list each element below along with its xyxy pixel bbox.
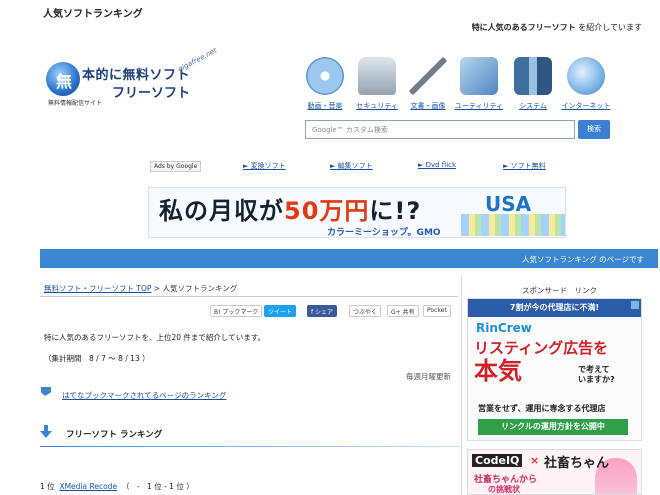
category-utility[interactable]: ユーティリティ — [449, 57, 509, 111]
rank-number: 1 位 — [40, 482, 55, 491]
category-internet[interactable]: インターネット — [556, 57, 616, 111]
hatena-bookmark-button[interactable]: B! ブックマーク — [210, 305, 263, 317]
ad1-brand: RinCrew — [476, 321, 532, 335]
globe-icon — [567, 57, 605, 95]
logo-mark-icon: 無 — [46, 62, 80, 96]
update-note: 毎週月曜更新 — [406, 372, 451, 381]
tagline-rest: を紹介しています — [575, 23, 642, 32]
section-divider — [40, 446, 460, 447]
search-input[interactable]: Google™ カスタム検索 — [305, 120, 575, 139]
section-title: フリーソフト ランキング — [66, 430, 163, 440]
sidebar-ad-rincrew[interactable]: 7割が今の代理店に不満! RinCrew リスティング広告を 本気 で考えて いま… — [467, 298, 642, 441]
pen-icon — [409, 57, 447, 95]
media-disc-icon — [306, 57, 344, 95]
page-bar-text: 人気ソフトランキング のページです — [521, 255, 644, 264]
category-media[interactable]: 動画・音楽 — [295, 57, 355, 111]
column-divider — [461, 275, 462, 495]
arrow-down-icon — [40, 425, 52, 438]
banner-usa: USA — [485, 192, 532, 216]
search-button[interactable]: 検索 — [578, 120, 610, 139]
ranking-item: 1 位 XMedia Recode （ - 1 位 - 1 位 ） — [40, 481, 194, 492]
bookmark-icon — [41, 387, 51, 396]
tagline: 特に人気のあるフリーソフト を紹介しています — [472, 22, 642, 33]
breadcrumb-sep: > — [151, 284, 163, 293]
category-label: システム — [519, 102, 547, 110]
rank-detail: （ - 1 位 - 1 位 ） — [121, 482, 194, 491]
ad2-title: 社畜ちゃん — [544, 456, 610, 471]
pocket-button[interactable]: Pocket — [423, 305, 451, 317]
ad1-big1: リスティング広告を — [474, 339, 609, 357]
banner-cats-illustration — [461, 214, 565, 236]
banner-text-red: 50万円 — [284, 197, 370, 225]
logo-mark-text: 無 — [56, 72, 73, 91]
padlock-icon — [358, 57, 396, 95]
page-bar: 人気ソフトランキング のページです — [40, 249, 658, 268]
category-system[interactable]: システム — [503, 57, 563, 111]
banner-sub: カラーミーショップ。GMO — [327, 228, 441, 238]
ad-link[interactable]: ► 変換ソフト — [243, 161, 286, 171]
banner-text-b: に!? — [369, 197, 422, 225]
breadcrumb-current: 人気ソフトランキング — [162, 284, 238, 293]
category-label: インターネット — [561, 102, 611, 110]
sidebar-ad-codeiq[interactable]: CodeIQ × 社畜ちゃん 社畜ちゃんから の挑戦状 — [467, 449, 642, 495]
breadcrumb-home[interactable]: 無料ソフト・フリーソフト TOP — [44, 284, 151, 293]
tsubuyaku-button[interactable]: つぶやく — [349, 305, 382, 317]
banner-headline: 私の月収が50万円に!? — [159, 191, 421, 226]
ad1-sub: 営業をせず、運用に専念する代理店 — [478, 404, 606, 413]
divider — [40, 296, 458, 297]
system-icon — [514, 57, 552, 95]
ad1-button[interactable]: リンクルの運用方針を公開中 — [478, 419, 628, 435]
ad2-x: × — [530, 454, 540, 467]
breadcrumb: 無料ソフト・フリーソフト TOP > 人気ソフトランキング — [44, 283, 237, 294]
category-label: 動画・音楽 — [307, 102, 343, 110]
hatena-ranking-link[interactable]: はてなブックマークされてるページのランキング — [62, 390, 226, 401]
rank-software-link[interactable]: XMedia Recode — [59, 482, 117, 491]
tweet-button[interactable]: ツイート — [264, 305, 297, 317]
tools-icon — [460, 57, 498, 95]
banner-ad[interactable]: 私の月収が50万円に!? USA カラーミーショップ。GMO — [148, 187, 566, 238]
google-share-button[interactable]: G+ 共有 — [387, 305, 419, 317]
tagline-bold: 特に人気のあるフリーソフト — [471, 23, 576, 32]
banner-text-a: 私の月収が — [159, 197, 284, 225]
site-logo[interactable]: 無 本的に無料ソフト フリーソフト gigafree.net 無料情報配信サイト — [46, 46, 236, 112]
category-label: ユーティリティ — [454, 102, 504, 110]
ad-link[interactable]: ► 編集ソフト — [330, 161, 373, 171]
ads-by-google[interactable]: Ads by Google — [150, 161, 202, 172]
ad-link[interactable]: ► Dvd flick — [418, 161, 456, 169]
ad1-top: 7割が今の代理店に不満! — [468, 299, 641, 317]
adchoices-icon[interactable] — [631, 301, 639, 309]
ad-link[interactable]: ► ソフト無料 — [503, 161, 546, 171]
facebook-share-button[interactable]: f シェア — [307, 305, 338, 317]
ad2-line2: の挑戦状 — [488, 485, 520, 494]
logo-domain: gigafree.net — [176, 46, 219, 74]
logo-line2: フリーソフト — [112, 86, 191, 101]
sponsored-label: スポンサード リンク — [522, 286, 597, 295]
ad1-question: で考えて いますか? — [578, 365, 615, 385]
logo-line1: 本的に無料ソフト — [82, 68, 191, 83]
ad2-brand: CodeIQ — [472, 454, 523, 467]
site-title: 人気ソフトランキング — [43, 9, 143, 20]
logo-subtitle: 無料情報配信サイト — [48, 100, 103, 107]
period-text: （集計期間 8 / 7 ～ 8 / 13 ） — [44, 354, 150, 363]
intro-text: 特に人気のあるフリーソフトを、上位20 件まで紹介しています。 — [44, 333, 265, 342]
